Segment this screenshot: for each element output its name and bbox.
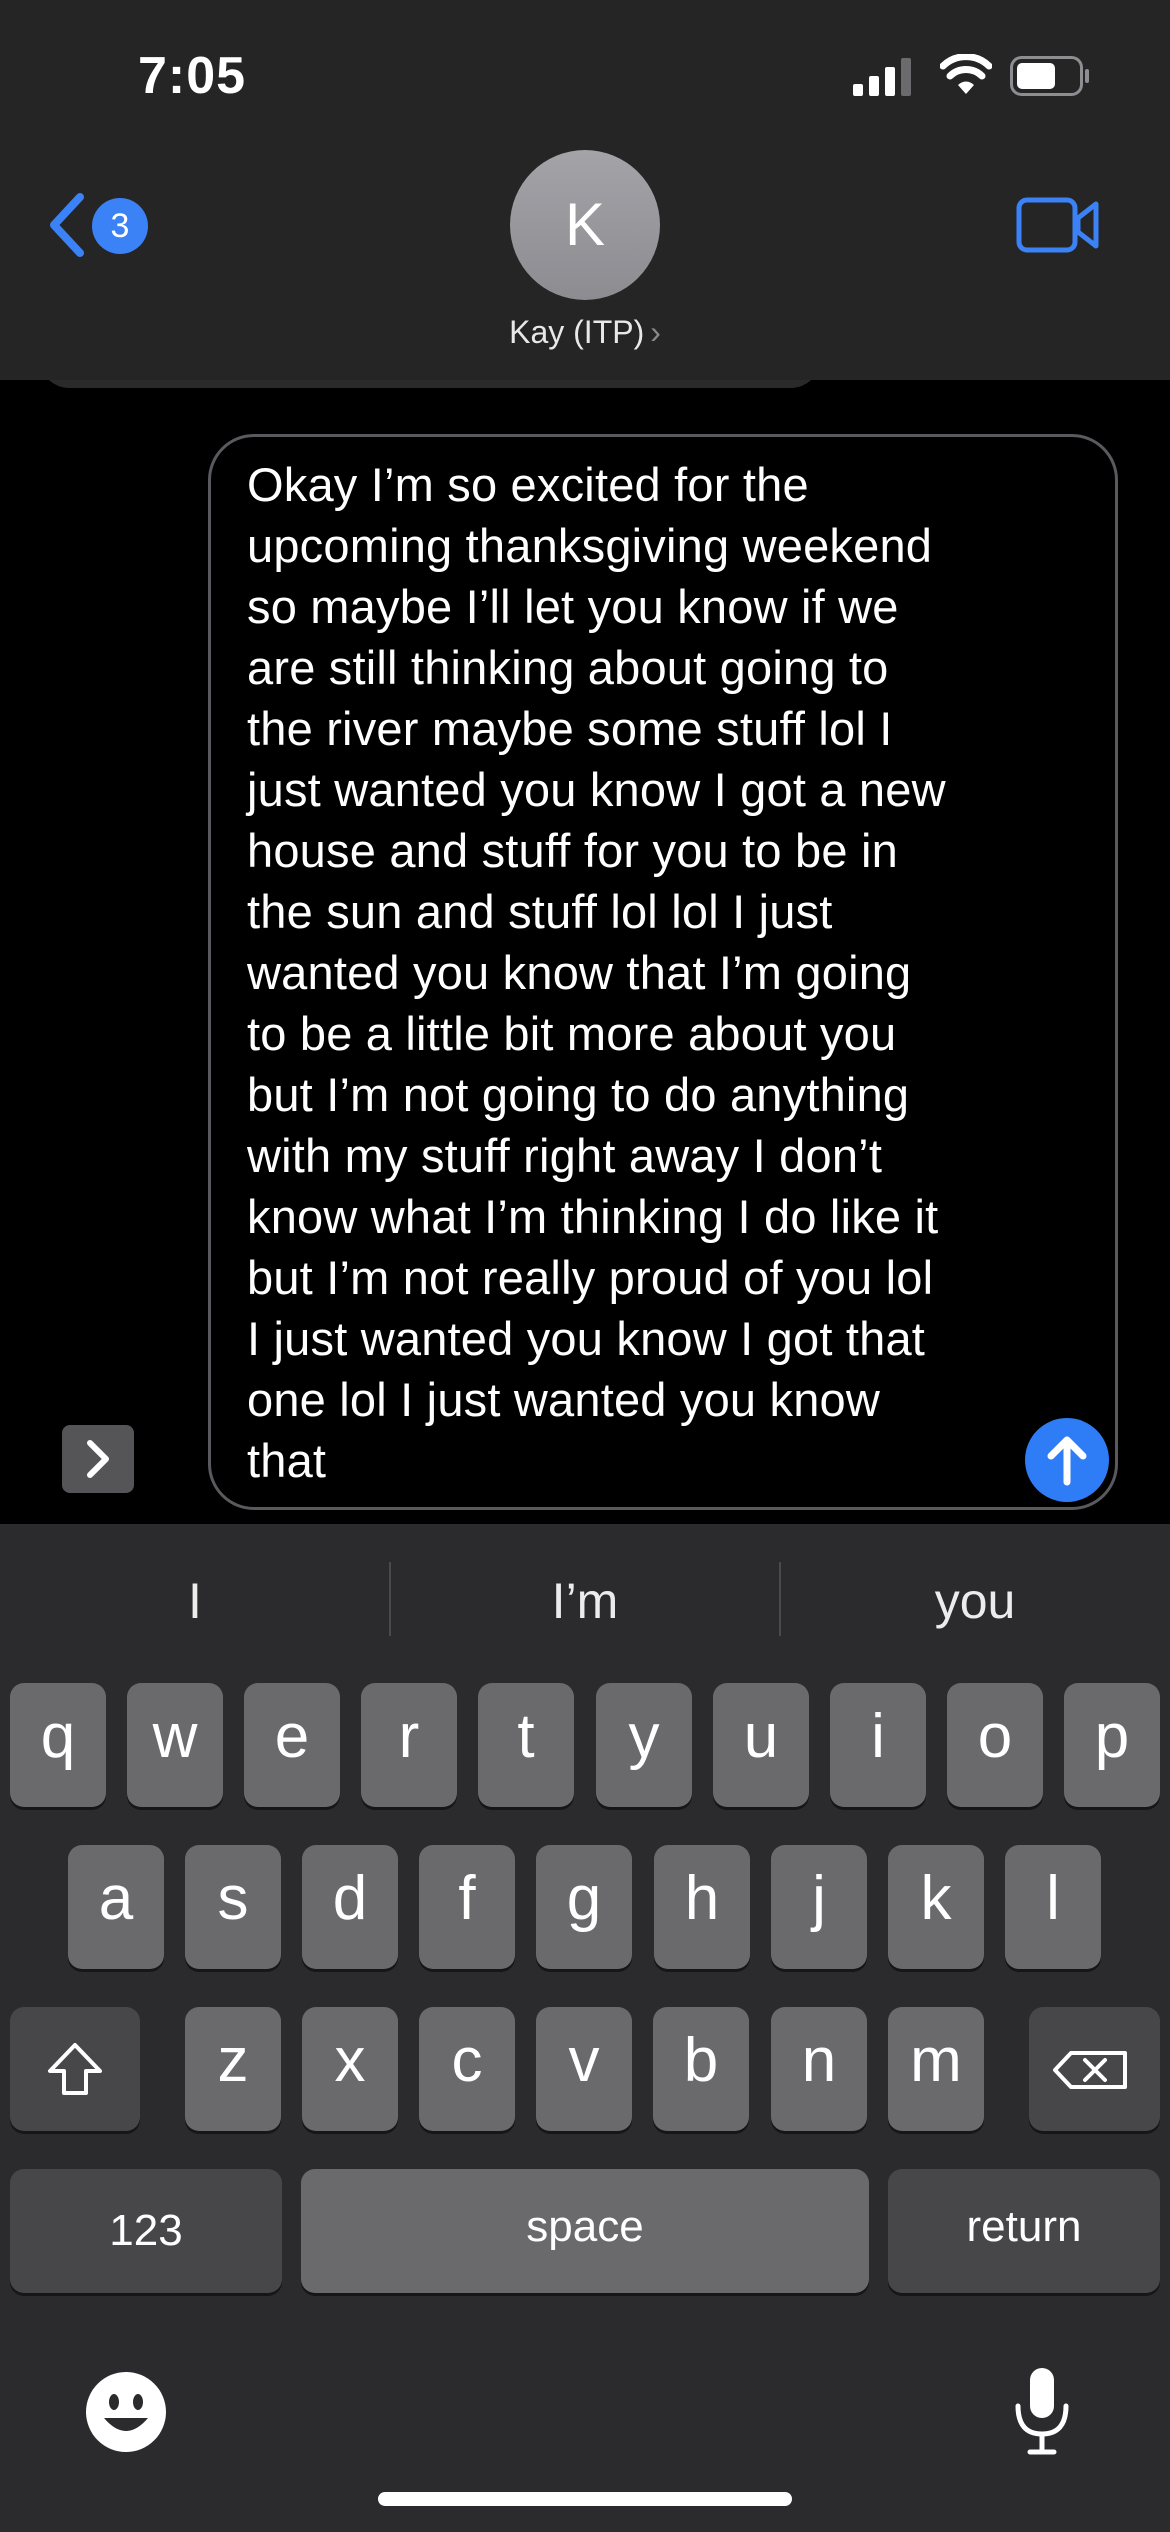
key-z[interactable]: z	[185, 2007, 281, 2131]
key-i[interactable]: i	[830, 1683, 926, 1807]
shift-key[interactable]	[10, 2007, 140, 2131]
key-u[interactable]: u	[713, 1683, 809, 1807]
key-e[interactable]: e	[244, 1683, 340, 1807]
key-p[interactable]: p	[1064, 1683, 1160, 1807]
contact-chevron-icon: ›	[650, 314, 661, 350]
suggestion-1[interactable]: I	[0, 1566, 390, 1636]
text-line: with my stuff right away I don’t	[247, 1129, 883, 1182]
text-line: that	[247, 1434, 327, 1487]
video-call-icon[interactable]	[1016, 196, 1100, 254]
text-line: wanted you know that I’m going	[247, 946, 912, 999]
key-l[interactable]: l	[1005, 1845, 1101, 1969]
key-t[interactable]: t	[478, 1683, 574, 1807]
key-h[interactable]: h	[654, 1845, 750, 1969]
text-line: so maybe I’ll let you know if we	[247, 580, 899, 633]
shift-icon	[48, 2043, 102, 2095]
contact-name-link[interactable]: Kay (ITP) ›	[0, 314, 1170, 351]
apps-expand-button[interactable]	[62, 1425, 134, 1493]
send-button[interactable]	[1025, 1418, 1109, 1502]
text-line: I just wanted you know I got that	[247, 1312, 926, 1365]
key-y[interactable]: y	[596, 1683, 692, 1807]
key-a[interactable]: a	[68, 1845, 164, 1969]
key-m[interactable]: m	[888, 2007, 984, 2131]
contact-avatar[interactable]: K	[510, 150, 660, 300]
key-w[interactable]: w	[127, 1683, 223, 1807]
key-k[interactable]: k	[888, 1845, 984, 1969]
key-c[interactable]: c	[419, 2007, 515, 2131]
back-chevron-icon	[50, 193, 84, 257]
key-s[interactable]: s	[185, 1845, 281, 1969]
text-line: the sun and stuff lol lol I just	[247, 885, 833, 938]
text-line: one lol I just wanted you know	[247, 1373, 881, 1426]
key-n[interactable]: n	[771, 2007, 867, 2131]
space-key[interactable]: space	[301, 2169, 869, 2293]
key-v[interactable]: v	[536, 2007, 632, 2131]
unread-count-badge: 3	[92, 198, 148, 254]
text-line: but I’m not going to do anything	[247, 1068, 910, 1121]
key-x[interactable]: x	[302, 2007, 398, 2131]
key-q[interactable]: q	[10, 1683, 106, 1807]
text-line: know what I’m thinking I do like it	[247, 1190, 939, 1243]
suggestion-2[interactable]: I’m	[390, 1566, 780, 1636]
microphone-icon[interactable]	[1010, 2366, 1074, 2456]
message-input-text[interactable]: Okay I’m so excited for the upcoming tha…	[247, 454, 1027, 1491]
key-g[interactable]: g	[536, 1845, 632, 1969]
text-line: Okay I’m so excited for the	[247, 458, 809, 511]
signal-icon	[853, 58, 911, 96]
wifi-icon	[940, 54, 992, 94]
delete-key[interactable]	[1029, 2007, 1160, 2131]
battery-icon	[1010, 56, 1089, 96]
status-time: 7:05	[138, 47, 247, 105]
text-line: the river maybe some stuff lol I	[247, 702, 893, 755]
key-o[interactable]: o	[947, 1683, 1043, 1807]
key-b[interactable]: b	[653, 2007, 749, 2131]
text-line: to be a little bit more about you	[247, 1007, 897, 1060]
text-line: just wanted you know I got a new	[247, 763, 946, 816]
text-line: upcoming thanksgiving weekend	[247, 519, 933, 572]
text-line: are still thinking about going to	[247, 641, 889, 694]
chevron-right-icon	[87, 1440, 109, 1478]
text-line: house and stuff for you to be in	[247, 824, 898, 877]
text-line: but I’m not really proud of you lol	[247, 1251, 934, 1304]
key-d[interactable]: d	[302, 1845, 398, 1969]
key-f[interactable]: f	[419, 1845, 515, 1969]
contact-name: Kay (ITP)	[509, 314, 645, 350]
home-indicator	[378, 2492, 792, 2506]
emoji-icon[interactable]	[84, 2370, 168, 2454]
return-key[interactable]: return	[888, 2169, 1160, 2293]
key-j[interactable]: j	[771, 1845, 867, 1969]
key-r[interactable]: r	[361, 1683, 457, 1807]
suggestion-3[interactable]: you	[780, 1566, 1170, 1636]
numbers-key[interactable]: 123	[10, 2169, 282, 2293]
backspace-icon	[1053, 2051, 1127, 2089]
arrow-up-icon	[1047, 1436, 1087, 1486]
